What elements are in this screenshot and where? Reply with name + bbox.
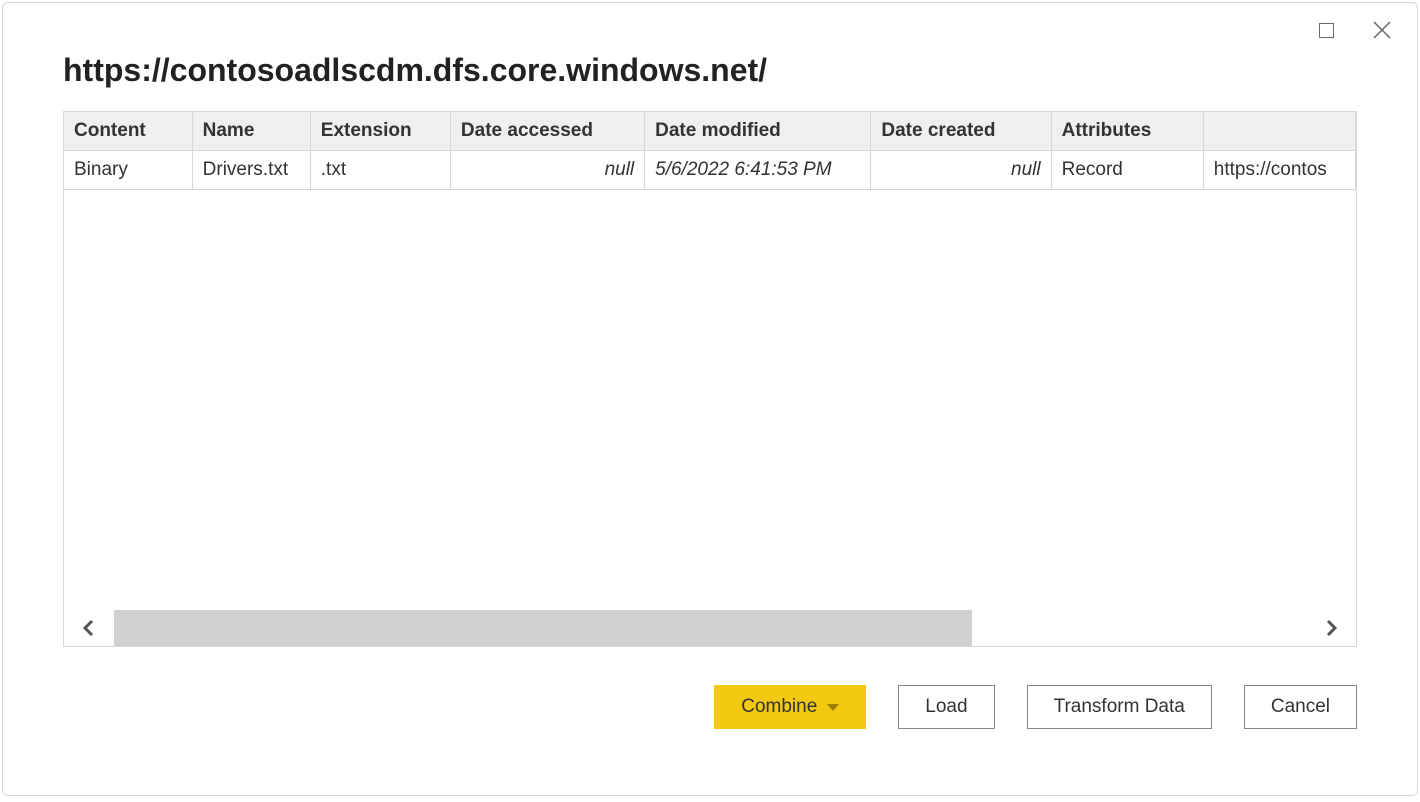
preview-table-wrapper: Content Name Extension Date accessed Dat… — [63, 111, 1357, 647]
cell-name: Drivers.txt — [192, 151, 310, 190]
navigator-dialog: https://contosoadlscdm.dfs.core.windows.… — [2, 2, 1418, 796]
preview-table-area: Content Name Extension Date accessed Dat… — [64, 112, 1356, 610]
col-header-name[interactable]: Name — [192, 112, 310, 151]
load-button[interactable]: Load — [898, 685, 994, 729]
cell-date-created: null — [871, 151, 1051, 190]
preview-table: Content Name Extension Date accessed Dat… — [64, 112, 1356, 190]
col-header-path[interactable] — [1203, 112, 1355, 151]
table-header-row: Content Name Extension Date accessed Dat… — [64, 112, 1356, 151]
cell-date-modified: 5/6/2022 6:41:53 PM — [645, 151, 871, 190]
cell-extension: .txt — [310, 151, 450, 190]
transform-data-button[interactable]: Transform Data — [1027, 685, 1212, 729]
scroll-track[interactable] — [114, 610, 1306, 646]
close-icon — [1373, 21, 1391, 39]
cancel-button[interactable]: Cancel — [1244, 685, 1357, 729]
horizontal-scrollbar[interactable] — [64, 610, 1356, 646]
col-header-date-created[interactable]: Date created — [871, 112, 1051, 151]
col-header-attributes[interactable]: Attributes — [1051, 112, 1203, 151]
maximize-icon — [1319, 23, 1334, 38]
close-button[interactable] — [1369, 17, 1395, 43]
titlebar-controls — [1313, 17, 1395, 43]
scroll-left-button[interactable] — [64, 610, 114, 646]
chevron-left-icon — [80, 619, 98, 637]
scroll-thumb[interactable] — [114, 610, 972, 646]
col-header-extension[interactable]: Extension — [310, 112, 450, 151]
combine-button-label: Combine — [741, 696, 817, 718]
cell-content: Binary — [64, 151, 192, 190]
table-row[interactable]: Binary Drivers.txt .txt null 5/6/2022 6:… — [64, 151, 1356, 190]
cell-attributes: Record — [1051, 151, 1203, 190]
maximize-button[interactable] — [1313, 17, 1339, 43]
cell-path: https://contos — [1203, 151, 1355, 190]
dialog-button-row: Combine Load Transform Data Cancel — [63, 685, 1357, 729]
combine-button[interactable]: Combine — [714, 685, 866, 729]
col-header-date-accessed[interactable]: Date accessed — [450, 112, 644, 151]
scroll-right-button[interactable] — [1306, 610, 1356, 646]
col-header-date-modified[interactable]: Date modified — [645, 112, 871, 151]
chevron-down-icon — [827, 704, 839, 711]
cell-date-accessed: null — [450, 151, 644, 190]
chevron-right-icon — [1322, 619, 1340, 637]
page-title: https://contosoadlscdm.dfs.core.windows.… — [63, 52, 1357, 89]
col-header-content[interactable]: Content — [64, 112, 192, 151]
